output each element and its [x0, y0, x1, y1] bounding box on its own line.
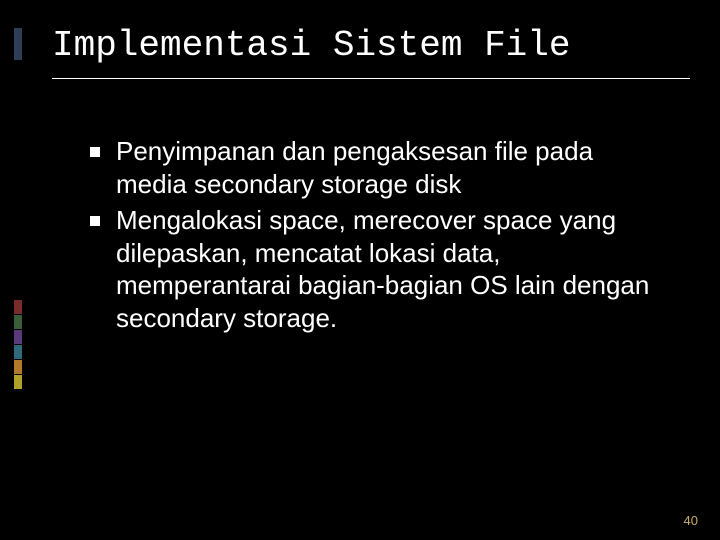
accent-bar-4 [14, 345, 22, 359]
page-number: 40 [684, 513, 698, 528]
bullet-icon [90, 147, 100, 157]
accent-bar-top [14, 28, 22, 60]
accent-bar-5 [14, 360, 22, 374]
title-bar: Implementasi Sistem File [52, 25, 690, 79]
bullet-text: Penyimpanan dan pengaksesan file pada me… [116, 135, 660, 200]
accent-bar-2 [14, 315, 22, 329]
bullet-text: Mengalokasi space, merecover space yang … [116, 204, 660, 334]
slide-title: Implementasi Sistem File [52, 25, 690, 66]
slide: Implementasi Sistem File Penyimpanan dan… [0, 0, 720, 540]
list-item: Mengalokasi space, merecover space yang … [90, 204, 660, 334]
accent-bar-6 [14, 375, 22, 389]
accent-bar-1 [14, 300, 22, 314]
accent-bar-3 [14, 330, 22, 344]
slide-body: Penyimpanan dan pengaksesan file pada me… [90, 135, 660, 338]
list-item: Penyimpanan dan pengaksesan file pada me… [90, 135, 660, 200]
bullet-icon [90, 216, 100, 226]
accent-stack [14, 28, 24, 390]
